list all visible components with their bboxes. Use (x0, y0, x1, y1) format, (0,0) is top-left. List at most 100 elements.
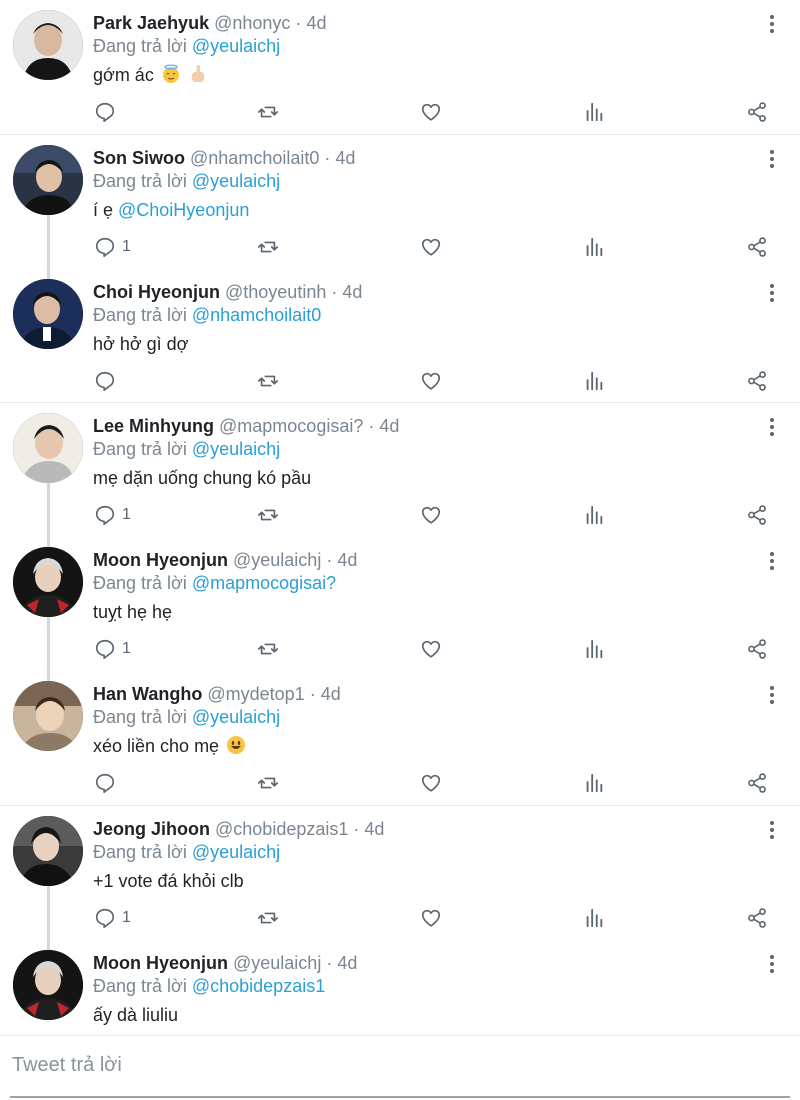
retweet-button[interactable] (257, 906, 279, 930)
timestamp[interactable]: 4d (335, 148, 355, 168)
like-button[interactable] (420, 100, 442, 124)
tweet[interactable]: Moon Hyeonjun @yeulaichj · 4d Đang trả l… (0, 940, 800, 1035)
retweet-button[interactable] (257, 235, 279, 259)
more-options-icon[interactable] (762, 954, 782, 974)
author-name[interactable]: Jeong Jihoon (93, 819, 210, 839)
reply-button[interactable]: 1 (94, 906, 131, 930)
author-handle[interactable]: @thoyeutinh (225, 282, 326, 302)
more-options-icon[interactable] (762, 14, 782, 34)
reply-to-mention[interactable]: @yeulaichj (192, 439, 280, 459)
retweet-button[interactable] (257, 100, 279, 124)
analytics-button[interactable] (583, 100, 605, 124)
share-button[interactable] (746, 637, 768, 661)
reply-composer (0, 1035, 800, 1100)
tweet[interactable]: Lee Minhyung @mapmocogisai? · 4d Đang tr… (0, 403, 800, 537)
reply-button[interactable]: 1 (94, 637, 131, 661)
avatar[interactable] (13, 10, 83, 80)
avatar[interactable] (13, 413, 83, 483)
like-button[interactable] (420, 771, 442, 795)
retweet-button[interactable] (257, 771, 279, 795)
like-button[interactable] (420, 235, 442, 259)
timestamp[interactable]: 4d (364, 819, 384, 839)
more-options-icon[interactable] (762, 551, 782, 571)
reply-button[interactable] (94, 771, 122, 795)
analytics-button[interactable] (583, 906, 605, 930)
author-handle[interactable]: @yeulaichj (233, 550, 321, 570)
author-handle[interactable]: @nhonyc (214, 13, 290, 33)
reply-button[interactable] (94, 369, 122, 393)
halo-face-emoji (162, 64, 179, 83)
reply-button[interactable]: 1 (94, 503, 131, 527)
tweet[interactable]: Jeong Jihoon @chobidepzais1 · 4d Đang tr… (0, 806, 800, 940)
avatar[interactable] (13, 816, 83, 886)
like-button[interactable] (420, 369, 442, 393)
avatar[interactable] (13, 279, 83, 349)
reply-to-mention[interactable]: @nhamchoilait0 (192, 305, 321, 325)
author-handle[interactable]: @mydetop1 (207, 684, 304, 704)
more-options-icon[interactable] (762, 283, 782, 303)
analytics-button[interactable] (583, 637, 605, 661)
reply-to-mention[interactable]: @mapmocogisai? (192, 573, 336, 593)
analytics-button[interactable] (583, 771, 605, 795)
tweet[interactable]: Moon Hyeonjun @yeulaichj · 4d Đang trả l… (0, 537, 800, 671)
share-icon (748, 371, 766, 391)
author-handle[interactable]: @nhamchoilait0 (190, 148, 319, 168)
author-name[interactable]: Han Wangho (93, 684, 202, 704)
analytics-button[interactable] (583, 369, 605, 393)
tweet[interactable]: Choi Hyeonjun @thoyeutinh · 4d Đang trả … (0, 269, 800, 403)
retweet-icon (258, 509, 278, 521)
author-name[interactable]: Son Siwoo (93, 148, 185, 168)
timestamp[interactable]: 4d (337, 953, 357, 973)
author-handle[interactable]: @yeulaichj (233, 953, 321, 973)
reply-prefix: Đang trả lời (93, 36, 187, 56)
like-button[interactable] (420, 637, 442, 661)
tweet[interactable]: Han Wangho @mydetop1 · 4d Đang trả lời @… (0, 671, 800, 806)
reply-to-mention[interactable]: @yeulaichj (192, 171, 280, 191)
like-button[interactable] (420, 906, 442, 930)
more-options-icon[interactable] (762, 820, 782, 840)
author-name[interactable]: Moon Hyeonjun (93, 953, 228, 973)
timestamp[interactable]: 4d (342, 282, 362, 302)
more-options-icon[interactable] (762, 417, 782, 437)
author-name[interactable]: Moon Hyeonjun (93, 550, 228, 570)
reply-button[interactable] (94, 100, 122, 124)
author-handle[interactable]: @chobidepzais1 (215, 819, 348, 839)
timestamp[interactable]: 4d (321, 684, 341, 704)
reply-to-mention[interactable]: @yeulaichj (192, 707, 280, 727)
share-button[interactable] (746, 906, 768, 930)
share-icon (748, 908, 766, 928)
avatar[interactable] (13, 681, 83, 751)
analytics-button[interactable] (583, 235, 605, 259)
reply-button[interactable]: 1 (94, 235, 131, 259)
author-name[interactable]: Park Jaehyuk (93, 13, 209, 33)
reply-input[interactable] (12, 1054, 782, 1077)
more-options-icon[interactable] (762, 149, 782, 169)
share-button[interactable] (746, 369, 768, 393)
timestamp[interactable]: 4d (337, 550, 357, 570)
analytics-button[interactable] (583, 503, 605, 527)
share-button[interactable] (746, 235, 768, 259)
reply-prefix: Đang trả lời (93, 842, 187, 862)
avatar[interactable] (13, 145, 83, 215)
reply-to-mention[interactable]: @yeulaichj (192, 842, 280, 862)
share-button[interactable] (746, 771, 768, 795)
author-name[interactable]: Choi Hyeonjun (93, 282, 225, 302)
retweet-button[interactable] (257, 637, 279, 661)
timestamp[interactable]: 4d (306, 13, 326, 33)
more-options-icon[interactable] (762, 685, 782, 705)
author-handle[interactable]: @mapmocogisai? (219, 416, 363, 436)
retweet-button[interactable] (257, 369, 279, 393)
tweet[interactable]: Park Jaehyuk @nhonyc · 4d Đang trả lời @… (0, 0, 800, 135)
share-button[interactable] (746, 503, 768, 527)
share-button[interactable] (746, 100, 768, 124)
avatar[interactable] (13, 547, 83, 617)
retweet-button[interactable] (257, 503, 279, 527)
like-button[interactable] (420, 503, 442, 527)
text-mention[interactable]: @ChoiHyeonjun (118, 200, 249, 220)
author-name[interactable]: Lee Minhyung (93, 416, 214, 436)
reply-to-mention[interactable]: @chobidepzais1 (192, 976, 325, 996)
avatar[interactable] (13, 950, 83, 1020)
tweet[interactable]: Son Siwoo @nhamchoilait0 · 4d Đang trả l… (0, 135, 800, 269)
timestamp[interactable]: 4d (379, 416, 399, 436)
reply-to-mention[interactable]: @yeulaichj (192, 36, 280, 56)
